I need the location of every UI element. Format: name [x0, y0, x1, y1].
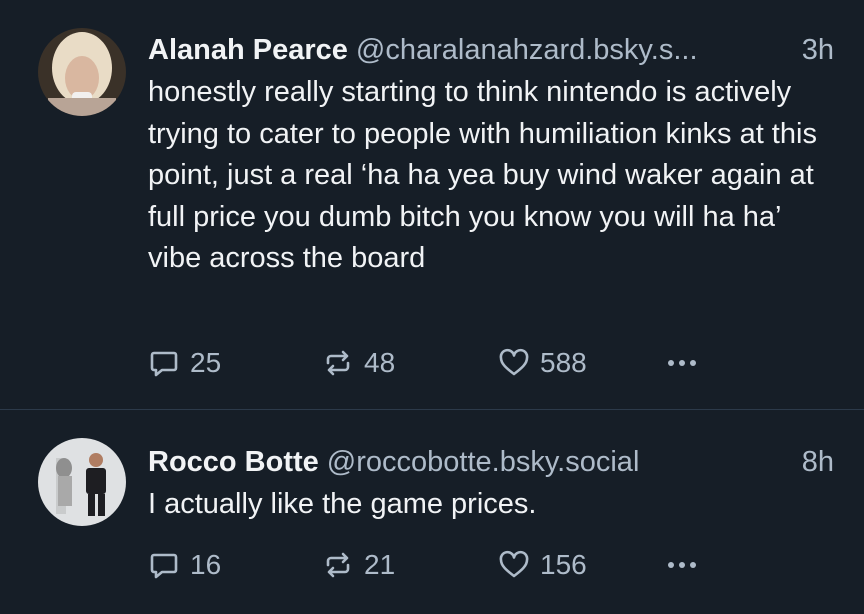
reply-count: 25 [190, 347, 222, 378]
repost-icon [326, 552, 350, 578]
repost-icon [326, 350, 350, 376]
author-handle[interactable]: @charalanahzard.bsky.s... [356, 34, 698, 66]
more-options-button[interactable] [668, 343, 696, 383]
reply-icon [150, 351, 178, 377]
more-options-icon [668, 545, 696, 585]
post-header: Rocco Botte @roccobotte.bsky.social 8h [148, 440, 834, 484]
author-handle[interactable]: @roccobotte.bsky.social [327, 446, 640, 478]
reply-icon [150, 553, 178, 579]
repost-button[interactable]: 48 [322, 343, 395, 383]
post-content: Rocco Botte @roccobotte.bsky.social 8h I … [148, 440, 834, 526]
reply-button[interactable]: 16 [148, 545, 221, 585]
post-text: honestly really starting to think ninten… [148, 76, 817, 274]
heart-icon [499, 550, 529, 578]
repost-count: 21 [364, 549, 396, 580]
post-header: Alanah Pearce @charalanahzard.bsky.s... 3… [148, 28, 834, 72]
post[interactable]: Rocco Botte @roccobotte.bsky.social 8h I … [0, 410, 864, 614]
reply-button[interactable]: 25 [148, 343, 221, 383]
post-time[interactable]: 8h [802, 440, 834, 484]
post-content: Alanah Pearce @charalanahzard.bsky.s... 3… [148, 28, 834, 280]
avatar[interactable] [38, 28, 126, 116]
like-button[interactable]: 156 [498, 545, 587, 585]
feed: Alanah Pearce @charalanahzard.bsky.s... 3… [0, 0, 864, 614]
more-options-icon [668, 343, 696, 383]
like-button[interactable]: 588 [498, 343, 587, 383]
post[interactable]: Alanah Pearce @charalanahzard.bsky.s... 3… [0, 0, 864, 410]
author-name[interactable]: Alanah Pearce [148, 34, 348, 66]
post-text: I actually like the game prices. [148, 488, 537, 520]
reply-count: 16 [190, 549, 222, 580]
author-name[interactable]: Rocco Botte [148, 446, 319, 478]
avatar[interactable] [38, 438, 126, 526]
like-count: 588 [540, 347, 587, 378]
like-count: 156 [540, 549, 587, 580]
repost-button[interactable]: 21 [322, 545, 395, 585]
more-options-button[interactable] [668, 545, 696, 585]
heart-icon [499, 348, 529, 376]
repost-count: 48 [364, 347, 396, 378]
post-time[interactable]: 3h [802, 28, 834, 72]
